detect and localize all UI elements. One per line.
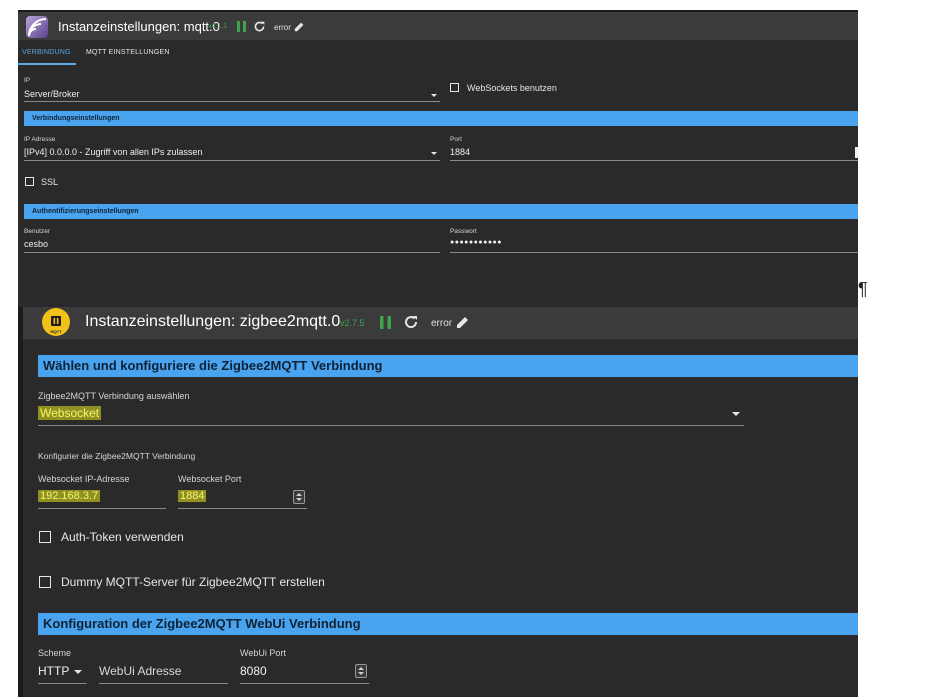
port-underline (450, 160, 858, 161)
webui-port-underline (240, 683, 369, 684)
mqtt-status-text: error (274, 23, 291, 32)
scheme-select[interactable]: HTTP (38, 664, 69, 678)
user-input[interactable]: cesbo (24, 239, 48, 249)
ip-address-select[interactable]: [IPv4] 0.0.0.0 - Zugriff von allen IPs z… (24, 147, 202, 157)
pilcrow-mark: ¶ (858, 279, 868, 299)
ws-ip-label: Websocket IP-Adresse (38, 474, 130, 484)
ip-select[interactable]: Server/Broker (24, 89, 80, 99)
chevron-down-icon[interactable] (732, 412, 740, 416)
ws-port-label: Websocket Port (178, 474, 242, 484)
connection-select-label: Zigbee2MQTT Verbindung auswählen (38, 391, 190, 401)
edit-icon[interactable] (456, 315, 470, 329)
active-tab-indicator (18, 63, 76, 65)
user-label: Benutzer (24, 228, 51, 235)
edit-icon[interactable] (294, 21, 305, 32)
zigbee2mqtt-settings-panel: MQTT Instanzeinstellungen: zigbee2mqtt.0… (18, 307, 858, 697)
port-label: Port (450, 136, 462, 143)
port-input[interactable]: 1884 (450, 147, 470, 157)
user-underline (24, 252, 440, 253)
section-connection-settings: Verbindungseinstellungen (24, 111, 858, 126)
connection-select[interactable]: Websocket (38, 406, 102, 420)
ip-address-label: IP Adresse (24, 136, 56, 143)
connection-select-value: Websocket (38, 406, 102, 420)
websockets-label: WebSockets benutzen (467, 83, 557, 93)
section-webui-connection: Konfiguration der Zigbee2MQTT WebUi Verb… (38, 613, 858, 635)
ip-label: IP (24, 77, 31, 84)
connection-select-underline (38, 425, 744, 426)
z2m-status-text: error (431, 318, 453, 329)
logo-text: MQTT (50, 329, 62, 334)
reload-icon[interactable] (253, 20, 266, 33)
webui-address-underline (99, 683, 228, 684)
ssl-checkbox[interactable] (25, 177, 34, 186)
chevron-down-icon[interactable] (74, 670, 82, 674)
mqtt-title-bar: Instanzeinstellungen: mqtt.0 v4.1.1 erro… (18, 10, 858, 40)
chevron-down-icon[interactable] (431, 94, 437, 97)
ws-port-stepper[interactable] (293, 490, 305, 504)
ws-ip-input[interactable]: 192.168.3.7 (38, 490, 101, 502)
mqtt-version-badge: v4.1.1 (208, 23, 228, 30)
webui-port-input[interactable]: 8080 (240, 664, 267, 678)
mqtt-page-title: Instanzeinstellungen: mqtt.0 (58, 19, 220, 34)
mqtt-settings-panel: Instanzeinstellungen: mqtt.0 v4.1.1 erro… (18, 10, 858, 307)
zigbee2mqtt-logo-icon: MQTT (42, 308, 70, 336)
reload-icon[interactable] (403, 314, 419, 330)
ws-port-underline (178, 508, 307, 509)
ws-ip-underline (38, 508, 166, 509)
ip-select-underline (24, 101, 440, 102)
dummy-mqtt-checkbox[interactable] (39, 576, 51, 588)
websockets-checkbox[interactable] (450, 83, 459, 92)
webui-port-label: WebUi Port (240, 648, 286, 658)
z2m-page-title: Instanzeinstellungen: zigbee2mqtt.0 (85, 313, 341, 330)
chevron-down-icon[interactable] (431, 152, 437, 155)
port-stepper[interactable] (855, 147, 858, 158)
configure-label: Konfigurier die Zigbee2MQTT Verbindung (38, 451, 196, 461)
auth-token-checkbox[interactable] (39, 531, 51, 543)
password-label: Passwort (450, 228, 477, 235)
ssl-label: SSL (41, 177, 59, 187)
ws-port-value: 1884 (178, 490, 207, 502)
password-input[interactable]: ●●●●●●●●●●● (450, 239, 502, 246)
z2m-title-bar: MQTT Instanzeinstellungen: zigbee2mqtt.0… (23, 307, 858, 339)
auth-token-label: Auth-Token verwenden (61, 530, 184, 544)
webui-port-stepper[interactable] (355, 664, 367, 678)
scheme-label: Scheme (38, 648, 72, 658)
ws-ip-value: 192.168.3.7 (38, 490, 101, 502)
webui-address-input[interactable]: WebUi Adresse (99, 664, 181, 678)
pause-icon[interactable] (380, 316, 391, 329)
scheme-underline (38, 683, 87, 684)
ip-address-underline (24, 160, 440, 161)
tab-verbindung[interactable]: VERBINDUNG (22, 49, 71, 56)
mqtt-logo-icon (26, 16, 48, 38)
password-underline (450, 252, 858, 253)
pause-icon[interactable] (237, 21, 246, 32)
tab-mqtt-einstellungen[interactable]: MQTT EINSTELLUNGEN (86, 49, 170, 56)
section-z2m-connection: Wählen und konfiguriere die Zigbee2MQTT … (38, 355, 858, 377)
ws-port-input[interactable]: 1884 (178, 490, 207, 502)
section-auth-settings: Authentifizierungseinstellungen (24, 204, 858, 219)
dummy-mqtt-label: Dummy MQTT-Server für Zigbee2MQTT erstel… (61, 575, 325, 589)
z2m-version-badge: v2.7.5 (340, 318, 365, 328)
